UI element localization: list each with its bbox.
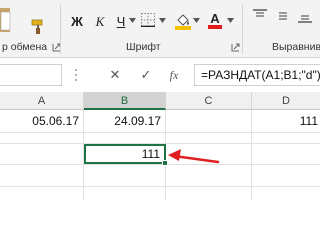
column-header-a[interactable]: A [0,92,84,110]
paste-icon[interactable] [0,6,12,34]
ribbon-separator [60,4,61,54]
align-bottom-icon[interactable] [297,8,313,24]
borders-dropdown-icon[interactable] [159,18,166,23]
fill-color-swatch [175,26,191,30]
dialog-launcher-icon[interactable] [231,43,240,52]
row-gridline [0,186,320,187]
enter-formula-button[interactable]: ✓ [139,66,153,84]
column-header-d[interactable]: D [252,92,320,110]
svg-text:A: A [210,11,220,26]
cell-d1[interactable]: 111 [252,110,320,132]
ribbon: р обмена Ж К Ч A Шрифт Выравнива [0,0,320,58]
column-header-b[interactable]: B [84,92,166,110]
column-header-c[interactable]: C [166,92,252,110]
cell-c1[interactable] [166,110,251,132]
cancel-formula-button[interactable]: ✕ [108,66,122,84]
cell-b1[interactable]: 24.09.17 [84,110,165,132]
underline-dropdown-icon[interactable] [129,18,136,23]
fill-color-icon[interactable] [174,12,192,30]
format-painter-icon[interactable] [30,18,46,34]
borders-icon[interactable] [141,13,155,27]
name-box[interactable] [0,64,62,86]
formula-input[interactable]: =РАЗНДАТ(A1;B1;"d") [194,64,320,86]
cell-b3-value: 111 [141,147,160,161]
clipboard-group-label: р обмена [2,41,48,53]
font-color-dropdown-icon[interactable] [227,18,234,23]
underline-button[interactable]: Ч [114,13,128,31]
align-top-icon[interactable] [252,8,268,24]
fill-handle[interactable] [162,160,168,166]
selected-cell-b3[interactable]: 111 [84,144,166,164]
bold-button[interactable]: Ж [70,13,84,31]
insert-function-button[interactable]: fx [166,66,182,84]
font-color-swatch [208,25,222,29]
formula-bar-grip-icon[interactable] [74,67,78,83]
cell-a1[interactable]: 05.06.17 [0,110,83,132]
fill-color-dropdown-icon[interactable] [193,18,200,23]
row-gridline [0,132,320,133]
font-color-icon[interactable]: A [207,10,223,30]
italic-button[interactable]: К [93,13,107,31]
alignment-group-label: Выравнива [272,41,320,53]
align-middle-icon[interactable] [275,8,291,24]
ribbon-separator [242,4,243,54]
font-group-label: Шрифт [126,41,161,53]
